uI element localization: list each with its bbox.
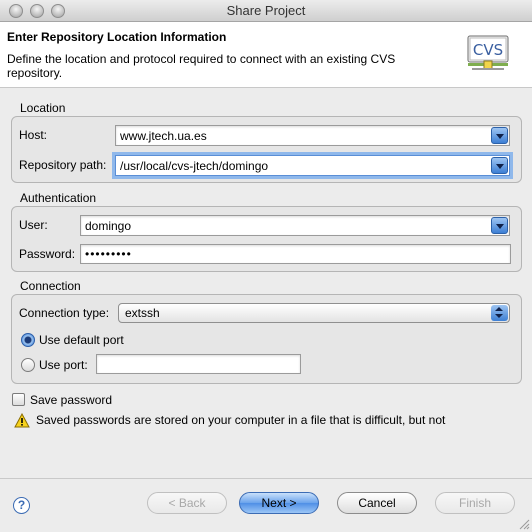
chevron-down-icon[interactable] (491, 217, 508, 234)
connection-type-label: Connection type: (19, 306, 110, 320)
use-default-port-label[interactable]: Use default port (39, 333, 124, 347)
up-down-arrows-icon (491, 305, 508, 321)
next-button[interactable]: Next > (239, 492, 319, 514)
connection-group-label: Connection (20, 279, 81, 293)
resize-grip-icon[interactable] (518, 518, 530, 530)
cvs-logo-icon: CVS (467, 35, 509, 70)
button-bar-separator (0, 478, 532, 479)
share-project-dialog: Share Project Enter Repository Location … (0, 0, 532, 532)
wizard-page-description: Define the location and protocol require… (7, 52, 396, 80)
user-combo[interactable]: domingo (80, 215, 510, 236)
user-value: domingo (85, 219, 132, 233)
wizard-header: Enter Repository Location Information De… (0, 22, 532, 88)
window-title: Share Project (226, 3, 306, 18)
title-bar: Share Project (0, 0, 532, 22)
cancel-button[interactable]: Cancel (337, 492, 417, 514)
host-value: www.jtech.ua.es (120, 129, 207, 143)
repository-path-label: Repository path: (19, 158, 107, 172)
chevron-down-icon[interactable] (491, 127, 508, 144)
host-label: Host: (19, 128, 48, 142)
warning-icon (14, 413, 30, 428)
use-port-radio[interactable] (21, 358, 35, 372)
location-group-label: Location (20, 101, 66, 115)
repository-path-value: /usr/local/cvs-jtech/domingo (120, 159, 269, 173)
back-button[interactable]: < Back (147, 492, 227, 514)
connection-type-select[interactable]: extssh (118, 303, 510, 323)
wizard-page-title: Enter Repository Location Information (7, 30, 227, 44)
save-password-warning: Saved passwords are stored on your compu… (36, 413, 446, 427)
chevron-down-icon[interactable] (491, 157, 508, 174)
save-password-checkbox[interactable] (12, 393, 25, 406)
finish-button[interactable]: Finish (435, 492, 515, 514)
repository-path-combo[interactable]: /usr/local/cvs-jtech/domingo (115, 155, 510, 176)
use-default-port-radio[interactable] (21, 333, 35, 347)
cvs-logo-text: CVS (473, 41, 503, 59)
help-icon[interactable]: ? (13, 497, 30, 514)
password-label: Password: (19, 247, 76, 261)
password-value: ••••••••• (85, 247, 132, 261)
use-port-label[interactable]: Use port: (39, 358, 88, 372)
user-label: User: (19, 218, 48, 232)
authentication-group-label: Authentication (20, 191, 97, 205)
connection-type-value: extssh (125, 306, 160, 320)
host-combo[interactable]: www.jtech.ua.es (115, 125, 510, 146)
password-field[interactable]: ••••••••• (80, 244, 511, 264)
port-input[interactable] (96, 354, 301, 374)
save-password-label[interactable]: Save password (30, 393, 112, 407)
